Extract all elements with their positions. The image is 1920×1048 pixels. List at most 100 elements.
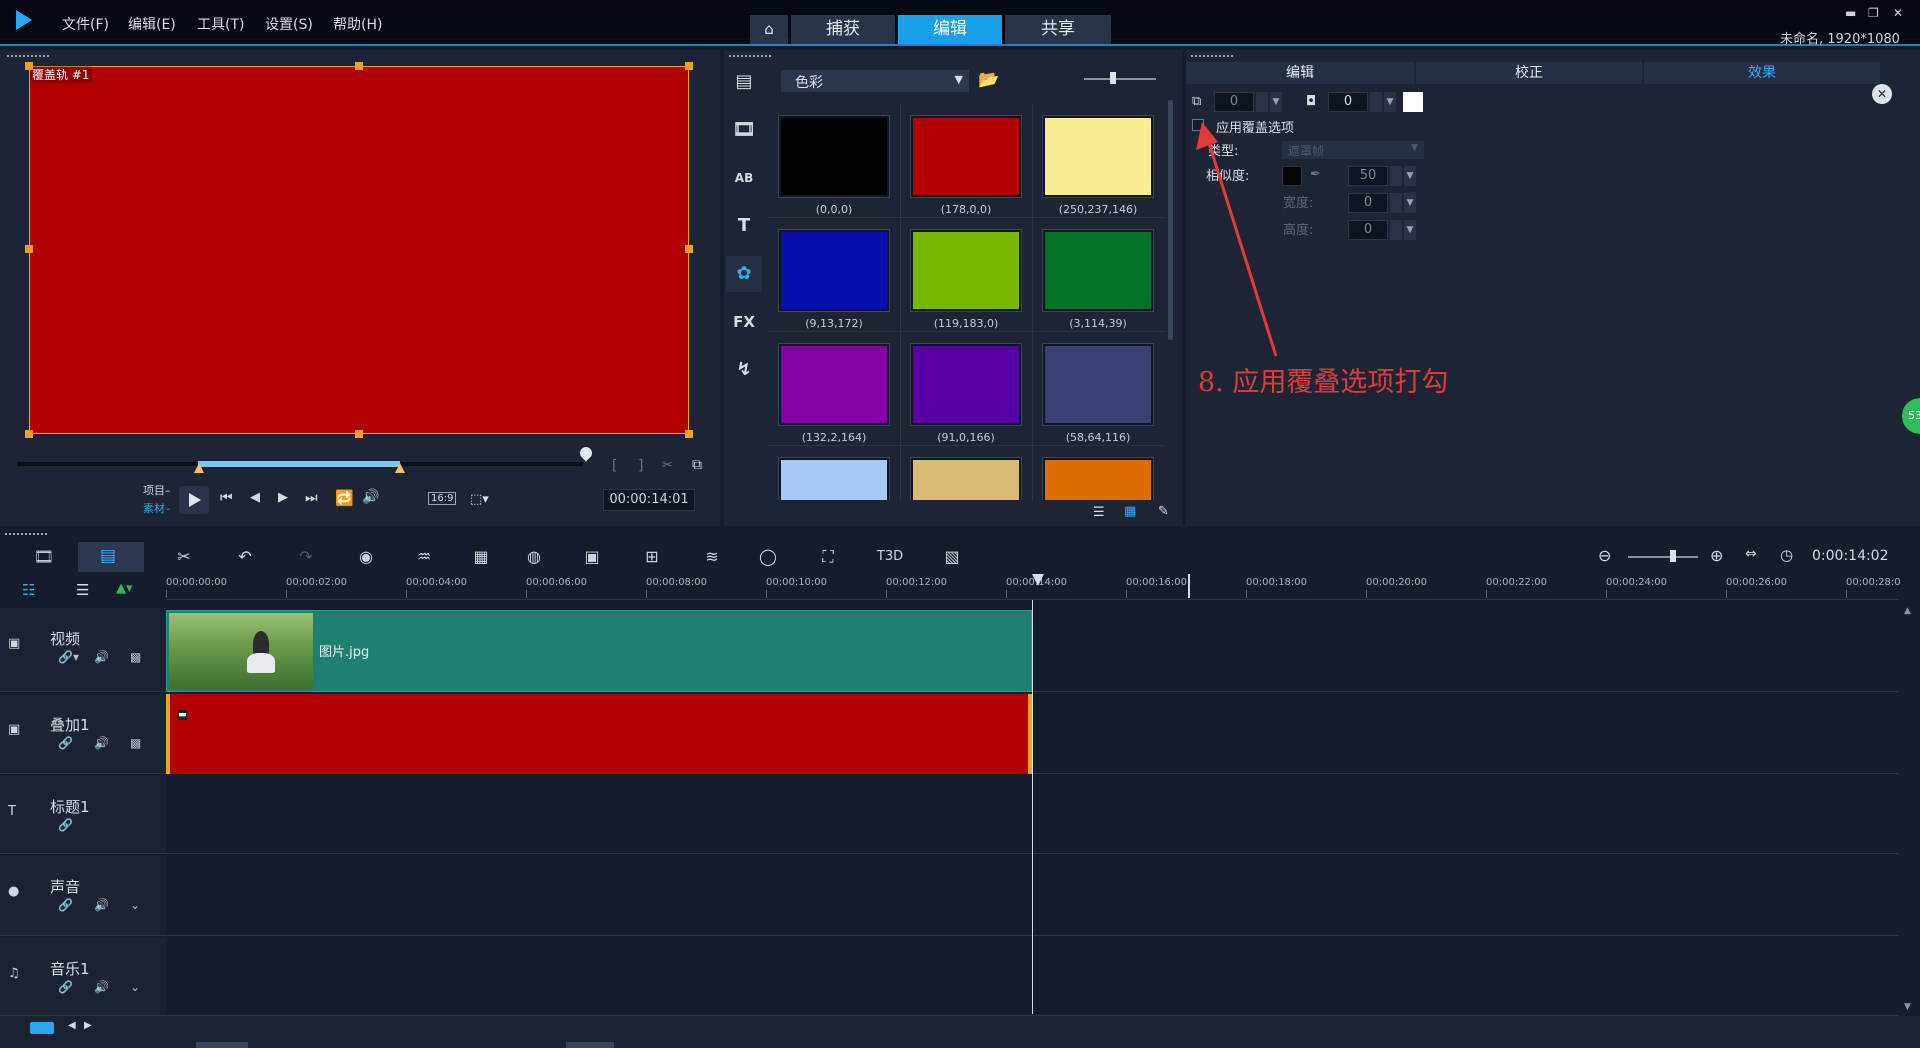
resize-handle[interactable] [685,430,693,438]
transparency-stepper[interactable] [1256,92,1268,112]
library-scrollbar[interactable] [1168,100,1173,340]
link-icon[interactable]: 🔗 [58,818,73,832]
track-header[interactable]: ▣ 视频 🔗▾ 🔊 ▩ [0,608,166,692]
volume-icon[interactable]: 🔊 [94,736,109,750]
go-to-start-icon[interactable]: ⏮ [220,490,233,506]
trim-range[interactable] [198,461,400,467]
track-header[interactable]: ● 声音 🔗 🔊 ⌄ [0,856,166,936]
link-icon[interactable]: 🔗 [58,898,73,912]
media-icon[interactable]: ▤ [726,64,762,100]
timecode-display[interactable]: 00:00:14:01 [603,489,695,511]
menu-edit[interactable]: 编辑(E) [128,14,176,34]
resize-handle[interactable] [25,430,33,438]
restore-icon[interactable]: ❐ [1868,6,1879,20]
volume-icon[interactable]: 🔊 [362,489,379,505]
timeline-view-button[interactable]: ▤ [78,542,144,572]
border-dropdown[interactable]: ▼ [1384,92,1396,112]
resize-handle[interactable] [685,245,693,253]
transition-icon[interactable]: AB [726,160,762,196]
expand-icon[interactable]: ⌄ [130,898,140,912]
voice-track-icon[interactable]: ● [8,884,19,899]
split-clip-icon[interactable]: ✂ [662,458,673,473]
zoom-out-icon[interactable]: ⊖ [1598,546,1611,565]
track-manager-icon[interactable]: ☷ [22,581,35,599]
checker-icon[interactable]: ▩ [130,650,141,664]
color-swatch[interactable] [910,343,1022,426]
category-dropdown[interactable]: 色彩 ▼ [781,70,969,92]
menu-file[interactable]: 文件(F) [62,14,109,34]
volume-icon[interactable]: 🔊 [94,650,109,664]
sound-mixer-icon[interactable]: ♒ [408,545,440,569]
clip-mode-label[interactable]: 素材– [143,500,171,516]
previous-frame-icon[interactable]: ◀︎ [250,490,260,505]
zoom-knob[interactable] [1670,550,1676,562]
tab-capture[interactable]: 捕获 [791,15,895,44]
checker-icon[interactable]: ▩ [130,736,141,750]
panel-grip[interactable] [4,532,48,536]
options-panel-icon[interactable]: ✎ [1158,504,1169,519]
graphics-icon[interactable]: ✿ [726,256,762,292]
color-swatch[interactable] [1042,343,1154,426]
color-swatch[interactable] [910,457,1022,500]
aspect-ratio-button[interactable]: 16:9 [428,492,457,505]
border-color-swatch[interactable] [1403,92,1423,112]
repeat-icon[interactable]: 🔁 [335,489,354,507]
overlay-track-icon[interactable]: ▣ [8,722,20,737]
split-screen-icon[interactable]: ▧ [936,545,968,569]
fx-icon[interactable]: FX [726,304,762,340]
resize-handle[interactable] [25,62,33,70]
title-icon[interactable]: T [726,208,762,244]
scroll-up-icon[interactable]: ▲ [1904,606,1911,616]
video-track-icon[interactable]: ▣ [8,636,20,651]
height-stepper[interactable] [1390,220,1402,240]
scroll-down-icon[interactable]: ▼ [1904,1002,1911,1012]
color-swatch[interactable] [1042,229,1154,312]
video-clip[interactable]: 图片.jpg [166,610,1032,692]
link-icon[interactable]: 🔗 [58,980,73,994]
pan-zoom-icon[interactable]: ⛶ [812,545,844,569]
color-swatch[interactable] [1042,457,1154,500]
playhead[interactable] [1032,574,1044,586]
menu-help[interactable]: 帮助(H) [333,14,382,34]
time-remap-icon[interactable]: ≋ [696,545,728,569]
storyboard-view-icon[interactable]: 🎞 [28,545,60,569]
thumbnail-size-knob[interactable] [1110,72,1116,84]
type-select[interactable]: 遮罩帧 ▼ [1282,141,1424,159]
resize-handle[interactable] [355,430,363,438]
go-to-end-icon[interactable]: ⏭ [305,490,318,506]
transparency-input[interactable]: 0 [1214,92,1254,112]
thumbnail-size-slider[interactable] [1084,78,1156,80]
resize-handle[interactable] [355,62,363,70]
tools-icon[interactable]: ✂ [168,545,200,569]
border-input[interactable]: 0 [1328,92,1368,112]
height-input[interactable]: 0 [1348,220,1388,240]
resize-handle[interactable] [25,245,33,253]
fit-project-icon[interactable]: ⇔ [1745,546,1757,562]
link-icon[interactable]: 🔗▾ [58,650,79,664]
color-swatch[interactable] [910,229,1022,312]
track-header[interactable]: ♫ 音乐1 🔗 🔊 ⌄ [0,938,166,1016]
color-swatch[interactable] [1042,115,1154,198]
options-tab-edit[interactable]: 编辑 [1186,62,1414,84]
horizontal-scrollbar-thumb-2[interactable] [566,1042,614,1048]
color-swatch[interactable] [910,115,1022,198]
scroll-right-icon[interactable]: ▶ [84,1020,92,1031]
preview-canvas[interactable] [29,66,689,434]
title-track-icon[interactable]: T [8,804,16,819]
options-tab-correction[interactable]: 校正 [1416,62,1642,84]
subtitle-editor-icon[interactable]: ▣ [576,545,608,569]
menu-tools[interactable]: 工具(T) [197,14,244,34]
expand-icon[interactable]: ⌄ [130,980,140,994]
track-header[interactable]: T 标题1 🔗 [0,776,166,854]
music-track-icon[interactable]: ♫ [8,966,20,981]
play-button[interactable] [179,486,209,514]
overlay-clip[interactable]: ▬ [166,694,1032,774]
display-mode-icon[interactable]: ⬚▾ [470,492,489,507]
menu-settings[interactable]: 设置(S) [265,14,313,34]
width-stepper[interactable] [1390,193,1402,213]
volume-icon[interactable]: 🔊 [94,980,109,994]
add-folder-icon[interactable]: 📂 [978,70,999,90]
similarity-stepper[interactable] [1390,166,1402,186]
motion-tracking-icon[interactable]: ◍ [518,545,550,569]
color-swatch[interactable] [778,343,890,426]
